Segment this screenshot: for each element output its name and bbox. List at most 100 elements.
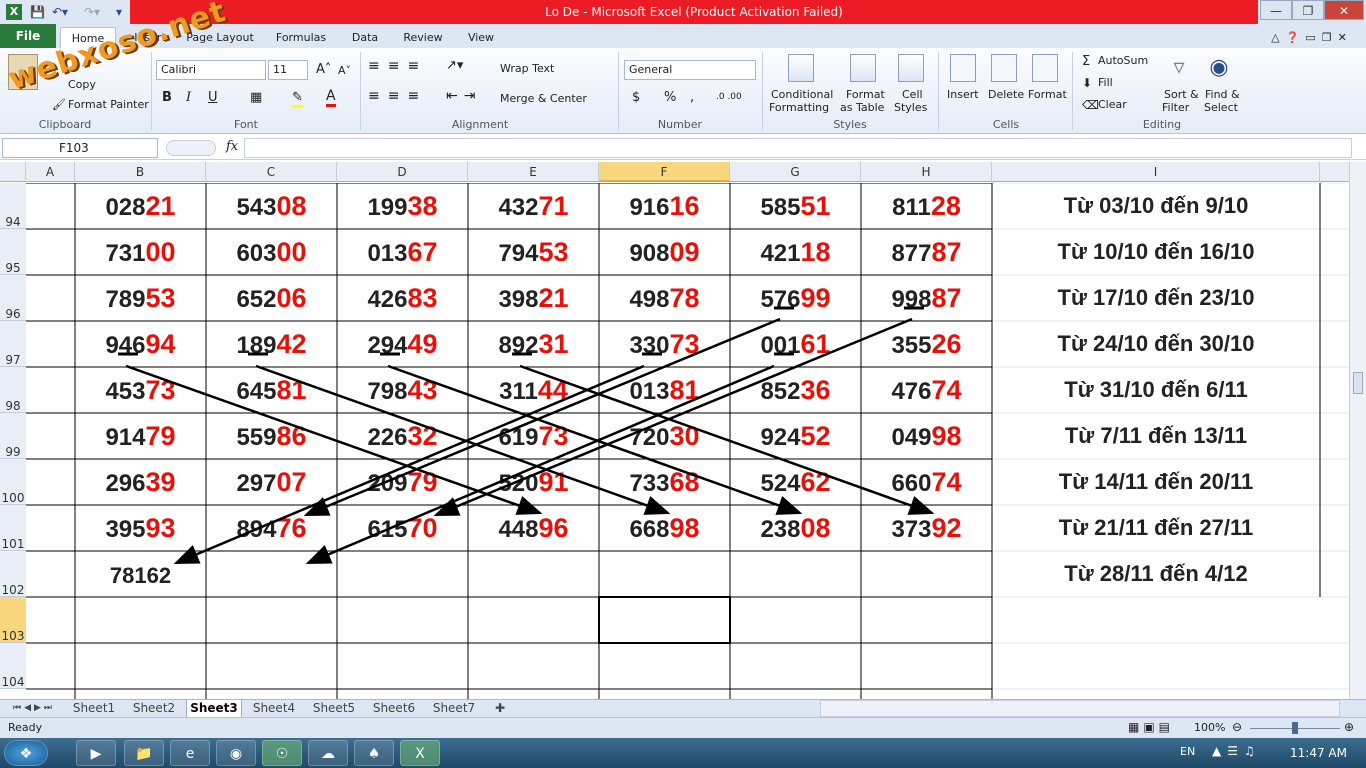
fill-icon[interactable]: ⬇ <box>1082 76 1092 90</box>
restore-button[interactable]: ❐ <box>1292 0 1324 20</box>
font-name-select[interactable]: Calibri <box>156 60 266 80</box>
zoom-slider-thumb[interactable] <box>1292 722 1298 734</box>
merge-center-button[interactable]: Merge & Center <box>500 92 587 105</box>
sheet-tab-2[interactable]: Sheet2 <box>126 700 182 717</box>
row-header-103[interactable]: 103 <box>0 597 26 643</box>
excel-app-icon[interactable]: X <box>6 4 22 20</box>
copy-button[interactable]: Copy <box>68 78 96 91</box>
format-as-table-label2[interactable]: as Table <box>840 101 884 114</box>
bold-button[interactable]: B <box>162 90 172 105</box>
game-icon[interactable]: ♠ <box>354 740 394 766</box>
horizontal-align-icons[interactable]: ≡≡≡ <box>368 88 427 104</box>
column-header-b[interactable]: B <box>75 162 206 182</box>
column-header-i[interactable]: I <box>992 162 1320 182</box>
vertical-scrollbar[interactable] <box>1349 162 1366 699</box>
font-color-icon[interactable]: A <box>326 88 336 107</box>
zoom-in-icon[interactable]: ⊕ <box>1344 720 1354 734</box>
percent-button[interactable]: % <box>664 90 676 105</box>
delete-cells-icon[interactable] <box>991 54 1017 82</box>
underline-button[interactable]: U <box>208 90 218 105</box>
italic-button[interactable]: I <box>186 90 191 105</box>
conditional-formatting-icon[interactable] <box>788 54 814 82</box>
horizontal-scrollbar[interactable] <box>820 700 1340 717</box>
borders-icon[interactable]: ▦ <box>250 90 262 105</box>
cell-styles-icon[interactable] <box>898 54 924 82</box>
chrome-icon[interactable]: ◉ <box>216 740 256 766</box>
fill-button[interactable]: Fill <box>1098 76 1113 89</box>
sheet-nav-icons[interactable]: ⏮◀▶⏭ <box>4 700 64 717</box>
excel-taskbar-icon[interactable]: X <box>400 740 440 766</box>
app-icon[interactable]: ☉ <box>262 740 302 766</box>
sort-filter-button[interactable]: Sort & <box>1164 88 1199 101</box>
row-header-97[interactable]: 97 <box>0 321 26 367</box>
row-header-100[interactable]: 100 <box>0 459 26 505</box>
customize-qat-icon[interactable]: ▾ <box>116 3 122 21</box>
scroll-thumb[interactable] <box>1353 372 1363 394</box>
decimal-icons[interactable]: .0 .00 <box>716 92 742 102</box>
save-icon[interactable]: 💾 <box>30 3 45 21</box>
conditional-formatting-button[interactable]: Conditional <box>771 88 833 101</box>
help-icons[interactable]: △❓▭❐✕ <box>1262 27 1362 48</box>
insert-cells-icon[interactable] <box>950 54 976 82</box>
shrink-font-icon[interactable]: A˅ <box>338 64 351 77</box>
insert-function-button[interactable]: fx <box>226 139 238 154</box>
formula-input[interactable] <box>244 138 1352 158</box>
explorer-icon[interactable]: 📁 <box>124 740 164 766</box>
row-header-95[interactable]: 95 <box>0 229 26 275</box>
row-header-102[interactable]: 102 <box>0 551 26 597</box>
start-button[interactable]: ❖ <box>4 740 48 766</box>
currency-button[interactable]: $ <box>632 90 640 105</box>
language-indicator[interactable]: EN <box>1180 745 1195 758</box>
clear-icon[interactable]: ⌫ <box>1082 98 1099 112</box>
tray-icons[interactable]: ▲☰♫ <box>1212 744 1261 758</box>
column-header-a[interactable]: A <box>26 162 75 182</box>
redo-icon[interactable]: ↷▾ <box>84 3 100 21</box>
sheet-tab-5[interactable]: Sheet5 <box>306 700 362 717</box>
column-header-e[interactable]: E <box>468 162 599 182</box>
grow-font-icon[interactable]: A˄ <box>316 62 331 77</box>
sort-filter-icon[interactable]: ▿ <box>1166 54 1192 82</box>
column-header-g[interactable]: G <box>730 162 861 182</box>
insert-sheet-icon[interactable]: ✚ <box>488 700 512 717</box>
minimize-button[interactable]: — <box>1260 0 1292 20</box>
clock[interactable]: 11:47 AM <box>1290 746 1347 760</box>
sheet-tab-1[interactable]: Sheet1 <box>66 700 122 717</box>
close-button[interactable]: ✕ <box>1324 0 1364 20</box>
sheet-tab-6[interactable]: Sheet6 <box>366 700 422 717</box>
row-header-101[interactable]: 101 <box>0 505 26 551</box>
tab-data[interactable]: Data <box>344 27 386 48</box>
zoom-level[interactable]: 100% <box>1194 721 1225 734</box>
insert-button[interactable]: Insert <box>947 88 979 101</box>
format-button[interactable]: Format <box>1028 88 1067 101</box>
media-player-icon[interactable]: ▶ <box>76 740 116 766</box>
cell-styles-label2[interactable]: Styles <box>894 101 927 114</box>
view-buttons[interactable]: ▦▣▤ <box>1128 720 1174 734</box>
name-box[interactable]: F103 <box>2 138 158 158</box>
format-as-table-icon[interactable] <box>850 54 876 82</box>
find-select-label2[interactable]: Select <box>1204 101 1238 114</box>
row-header-94[interactable]: 94 <box>0 183 26 229</box>
format-cells-icon[interactable] <box>1032 54 1058 82</box>
row-header-104[interactable]: 104 <box>0 643 26 689</box>
column-header-c[interactable]: C <box>206 162 337 182</box>
undo-icon[interactable]: ↶▾ <box>52 3 68 21</box>
vertical-align-icons[interactable]: ≡≡≡ <box>368 58 427 74</box>
worksheet-grid[interactable]: 02821 54308 19938 43271 91616 58551 81128 73100… <box>26 183 1350 699</box>
tab-view[interactable]: View <box>460 27 502 48</box>
wrap-text-button[interactable]: Wrap Text <box>500 62 554 75</box>
zoom-out-icon[interactable]: ⊖ <box>1232 720 1242 734</box>
network-app-icon[interactable]: ☁ <box>308 740 348 766</box>
column-header-f[interactable]: F <box>599 162 730 182</box>
cell-styles-button[interactable]: Cell <box>902 88 923 101</box>
font-size-select[interactable]: 11 <box>268 60 308 80</box>
column-header-h[interactable]: H <box>861 162 992 182</box>
sheet-tab-4[interactable]: Sheet4 <box>246 700 302 717</box>
autosum-icon[interactable]: Σ <box>1082 54 1090 69</box>
tab-file[interactable]: File <box>0 24 56 48</box>
row-header-99[interactable]: 99 <box>0 413 26 459</box>
orientation-icon[interactable]: ↗▾ <box>446 58 463 73</box>
sort-filter-label2[interactable]: Filter <box>1162 101 1189 114</box>
format-painter-button[interactable]: Format Painter <box>68 98 149 111</box>
sheet-tab-3[interactable]: Sheet3 <box>186 700 242 717</box>
tab-formulas[interactable]: Formulas <box>270 27 332 48</box>
